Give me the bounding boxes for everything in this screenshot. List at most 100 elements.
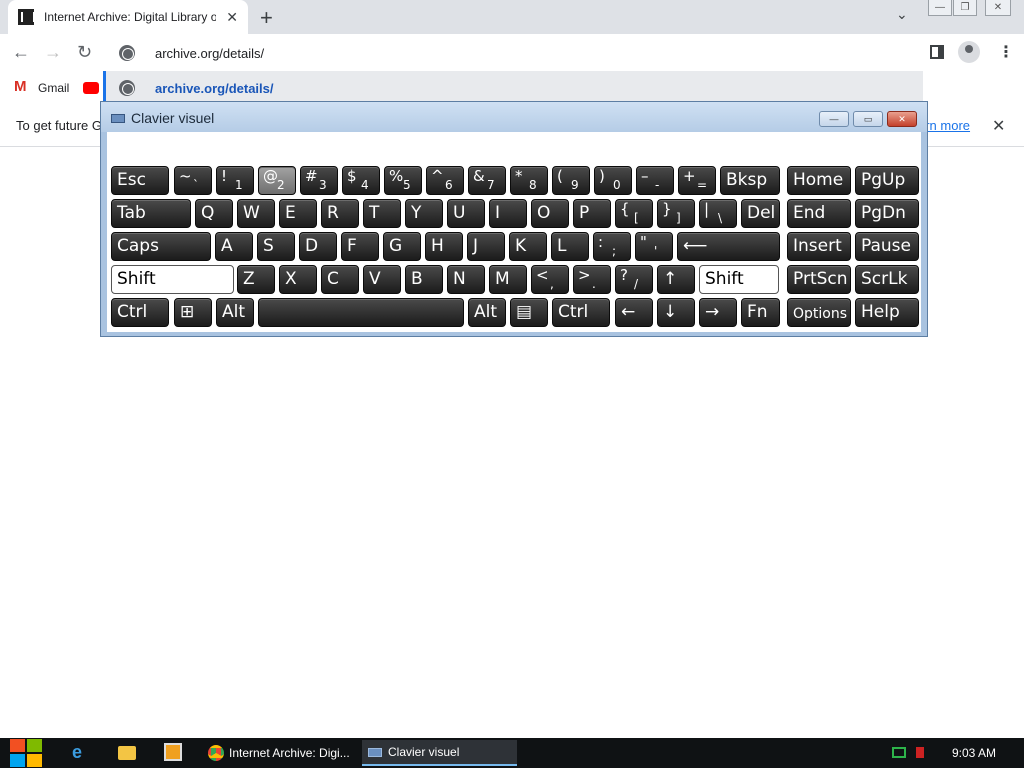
key-esc[interactable]: Esc [111, 166, 169, 195]
key-r2k12[interactable]: ⟵ [677, 232, 780, 261]
key-0[interactable]: ) 0 [594, 166, 632, 195]
browser-menu-icon[interactable]: ⋮ [998, 42, 1014, 62]
key-scrlk[interactable]: ScrLk [855, 265, 919, 294]
omnibox-suggestion[interactable]: archive.org/details/ [103, 71, 923, 105]
key-ctrl[interactable]: Ctrl [552, 298, 610, 327]
key-pgup[interactable]: PgUp [855, 166, 919, 195]
key-r3k8[interactable]: <, [531, 265, 569, 294]
key-tab[interactable]: Tab [111, 199, 191, 228]
key-shift[interactable]: Shift [699, 265, 779, 294]
key-prtscn[interactable]: PrtScn [787, 265, 851, 294]
key-2[interactable]: @2 [258, 166, 296, 195]
osk-titlebar[interactable]: Clavier visuel — ▭ ✕ [101, 102, 927, 132]
new-tab-button[interactable]: + [260, 5, 273, 31]
key-s[interactable]: S [257, 232, 295, 261]
key-r3k10[interactable]: ? / [615, 265, 653, 294]
key-3[interactable]: #3 [300, 166, 338, 195]
key-5[interactable]: % 5 [384, 166, 422, 195]
media-player-icon[interactable] [164, 743, 182, 761]
network-icon[interactable] [892, 747, 906, 758]
internet-explorer-icon[interactable]: e [72, 742, 90, 762]
address-bar[interactable]: archive.org/details/ [103, 36, 923, 70]
key-j[interactable]: J [467, 232, 505, 261]
key-r4k8[interactable]: ↓ [657, 298, 695, 327]
key-r4k9[interactable]: → [699, 298, 737, 327]
key-a[interactable]: A [215, 232, 253, 261]
volume-muted-icon[interactable] [916, 747, 924, 758]
key-r3k9[interactable]: >. [573, 265, 611, 294]
key-r0k12[interactable]: – - [636, 166, 674, 195]
key-r4k5[interactable]: ▤ [510, 298, 548, 327]
key-i[interactable]: I [489, 199, 527, 228]
start-button[interactable] [10, 739, 44, 767]
key-l[interactable]: L [551, 232, 589, 261]
key-t[interactable]: T [363, 199, 401, 228]
tab-close-icon[interactable]: ✕ [226, 9, 238, 26]
key-alt[interactable]: Alt [216, 298, 254, 327]
key-r4k1[interactable]: ⊞ [174, 298, 212, 327]
infobar-close-icon[interactable]: ✕ [992, 116, 1005, 136]
key-shift[interactable]: Shift [111, 265, 234, 294]
key-alt[interactable]: Alt [468, 298, 506, 327]
osk-close-button[interactable]: ✕ [887, 111, 917, 127]
osk-minimize-button[interactable]: — [819, 111, 849, 127]
key-r0k13[interactable]: + = [678, 166, 716, 195]
key-fn[interactable]: Fn [741, 298, 780, 327]
key-insert[interactable]: Insert [787, 232, 851, 261]
key-y[interactable]: Y [405, 199, 443, 228]
taskbar-osk-task[interactable]: Clavier visuel [362, 740, 517, 766]
key-o[interactable]: O [531, 199, 569, 228]
key-r1k12[interactable]: }] [657, 199, 695, 228]
side-panel-icon[interactable] [930, 45, 944, 59]
key-c[interactable]: C [321, 265, 359, 294]
key-h[interactable]: H [425, 232, 463, 261]
key-del[interactable]: Del [741, 199, 780, 228]
key-r3k11[interactable]: ↑ [657, 265, 695, 294]
youtube-icon[interactable] [83, 82, 100, 94]
back-button[interactable]: ← [12, 42, 30, 63]
tab-search-button[interactable]: ⌄ [896, 6, 908, 23]
key-e[interactable]: E [279, 199, 317, 228]
key-r1k11[interactable]: {[ [615, 199, 653, 228]
taskbar-chrome-task[interactable]: Internet Archive: Digi... [202, 740, 357, 766]
key-end[interactable]: End [787, 199, 851, 228]
key-u[interactable]: U [447, 199, 485, 228]
key-pause[interactable]: Pause [855, 232, 919, 261]
key-b[interactable]: B [405, 265, 443, 294]
key-caps[interactable]: Caps [111, 232, 211, 261]
key-r4k7[interactable]: ← [615, 298, 653, 327]
bookmark-gmail[interactable]: Gmail [38, 81, 69, 95]
reload-button[interactable]: ↻ [77, 42, 92, 63]
osk-maximize-button[interactable]: ▭ [853, 111, 883, 127]
close-window-button[interactable]: ✕ [985, 0, 1011, 16]
key-r2k11[interactable]: " ' [635, 232, 673, 261]
key-g[interactable]: G [383, 232, 421, 261]
key-home[interactable]: Home [787, 166, 851, 195]
key-4[interactable]: $4 [342, 166, 380, 195]
forward-button[interactable]: → [44, 42, 62, 63]
key-v[interactable]: V [363, 265, 401, 294]
address-input[interactable]: archive.org/details/ [155, 46, 264, 61]
restore-button[interactable]: ❐ [953, 0, 977, 16]
key-bksp[interactable]: Bksp [720, 166, 780, 195]
key-8[interactable]: * 8 [510, 166, 548, 195]
key-k[interactable]: K [509, 232, 547, 261]
key-d[interactable]: D [299, 232, 337, 261]
key-r1k13[interactable]: | \ [699, 199, 737, 228]
key-n[interactable]: N [447, 265, 485, 294]
key-ctrl[interactable]: Ctrl [111, 298, 169, 327]
key-9[interactable]: (9 [552, 166, 590, 195]
key-6[interactable]: ^ 6 [426, 166, 464, 195]
key-w[interactable]: W [237, 199, 275, 228]
key-r2k10[interactable]: :; [593, 232, 631, 261]
key-pgdn[interactable]: PgDn [855, 199, 919, 228]
key-1[interactable]: ! 1 [216, 166, 254, 195]
key-options[interactable]: Options [787, 298, 851, 327]
minimize-button[interactable]: — [928, 0, 952, 16]
key-f[interactable]: F [341, 232, 379, 261]
clock[interactable]: 9:03 AM [952, 746, 996, 760]
key-p[interactable]: P [573, 199, 611, 228]
browser-tab[interactable]: Internet Archive: Digital Library o ✕ [8, 0, 248, 34]
key-x[interactable]: X [279, 265, 317, 294]
key-space[interactable] [258, 298, 464, 327]
